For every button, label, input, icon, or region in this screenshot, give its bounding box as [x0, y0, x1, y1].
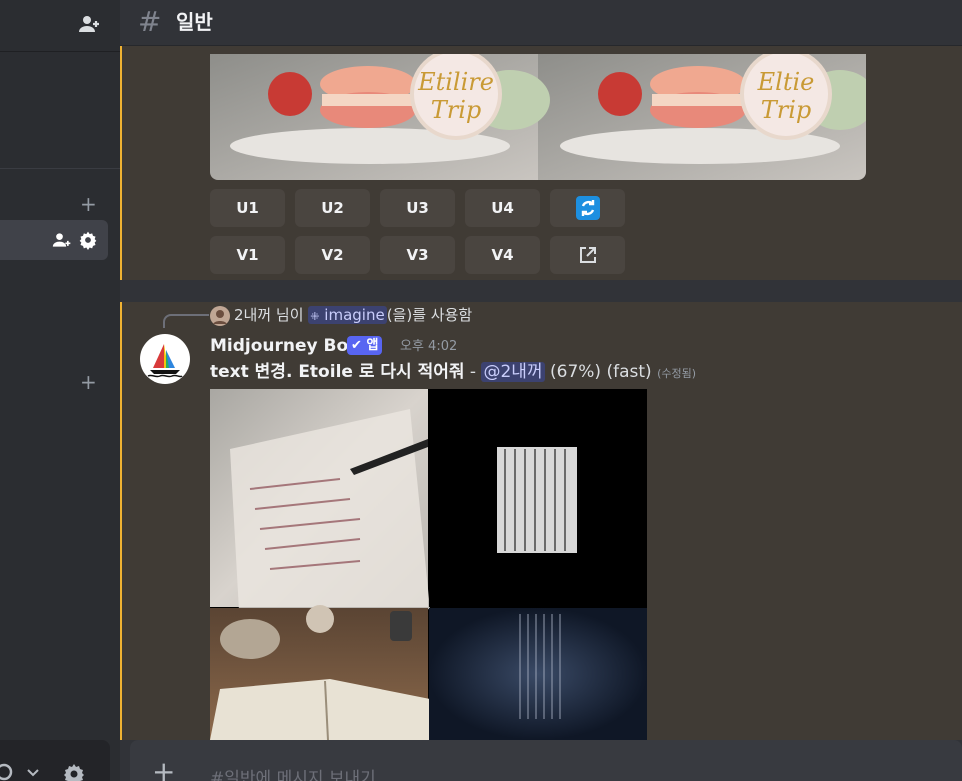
reroll-icon [575, 196, 600, 220]
attach-button[interactable]: + [152, 758, 175, 781]
sidebar-header [0, 0, 120, 52]
u3-button[interactable]: U3 [380, 189, 455, 227]
user-panel [0, 740, 110, 781]
channel-header: # 일반 [120, 0, 962, 46]
svg-text:Eltie: Eltie [757, 68, 815, 96]
svg-text:Etilire: Etilire [417, 68, 494, 96]
slash-command-icon: ⁜ [310, 310, 320, 323]
message-input[interactable]: #일반에 메시지 보내기 [210, 764, 376, 781]
prompt-text: text 변경. Etoile 로 다시 적어줘 [210, 362, 465, 382]
app-badge: ✔ 앱 [347, 336, 383, 355]
progress-text: (67%) [550, 362, 602, 382]
message-content: text 변경. Etoile 로 다시 적어줘 - @2내꺼 (67%) (f… [210, 360, 696, 386]
reply-connector [163, 314, 209, 328]
user-mention[interactable]: @2내꺼 [481, 362, 545, 382]
chevron-down-icon[interactable] [26, 768, 40, 778]
add-category-button[interactable]: + [80, 194, 97, 214]
u2-button[interactable]: U2 [295, 189, 370, 227]
image-grid[interactable]: Etilire Trip Eltie Trip [210, 54, 866, 180]
bot-avatar[interactable] [140, 334, 190, 384]
server-sidebar: + + [0, 0, 120, 781]
app-badge-label: 앱 [366, 338, 379, 353]
u4-button[interactable]: U4 [465, 189, 540, 227]
hash-icon: # [138, 5, 162, 38]
slash-command-label: imagine [324, 306, 385, 324]
open-in-browser-button[interactable] [550, 236, 625, 274]
v3-button[interactable]: V3 [380, 236, 455, 274]
edited-label: (수정됨) [657, 367, 697, 380]
reply-line-text: 2내꺼 님이 ⁜ imagine (을)를 사용함 [234, 304, 472, 328]
message-1: Etilire Trip Eltie Trip U1 U2 U3 U4 V1 V… [120, 46, 962, 280]
slash-command-chip[interactable]: ⁜ imagine [308, 306, 387, 324]
svg-text:Trip: Trip [761, 96, 812, 124]
mention-highlight-bar [120, 46, 122, 280]
v2-button[interactable]: V2 [295, 236, 370, 274]
gear-icon[interactable] [78, 230, 98, 250]
v4-button[interactable]: V4 [465, 236, 540, 274]
speed-text: (fast) [606, 362, 652, 382]
check-icon: ✔ [351, 338, 362, 353]
add-friend-icon[interactable] [78, 12, 102, 36]
bot-author-name[interactable]: Midjourney Bot [210, 335, 356, 357]
sidebar-item-active[interactable] [0, 220, 108, 260]
reply-mid-text: 님이 [271, 306, 309, 324]
mention-highlight-bar [120, 302, 122, 740]
external-link-icon [579, 247, 596, 263]
settings-gear-icon[interactable] [62, 762, 86, 781]
reply-avatar[interactable] [210, 306, 230, 326]
sidebar-divider [0, 168, 120, 169]
reroll-button[interactable] [550, 189, 625, 227]
svg-text:Trip: Trip [431, 96, 482, 124]
message-timestamp[interactable]: 오후 4:02 [400, 338, 457, 356]
v1-button[interactable]: V1 [210, 236, 285, 274]
reply-suffix: (을)를 사용함 [386, 306, 473, 324]
generated-image-grid[interactable] [210, 389, 647, 740]
channel-title: 일반 [176, 10, 213, 34]
prompt-dash: - [464, 362, 482, 382]
reply-username[interactable]: 2내꺼 [234, 306, 271, 324]
add-channel-button[interactable]: + [80, 372, 97, 392]
message-composer[interactable]: + #일반에 메시지 보내기 [130, 740, 962, 781]
u1-button[interactable]: U1 [210, 189, 285, 227]
add-member-icon[interactable] [52, 230, 72, 250]
headset-icon[interactable] [0, 762, 14, 781]
